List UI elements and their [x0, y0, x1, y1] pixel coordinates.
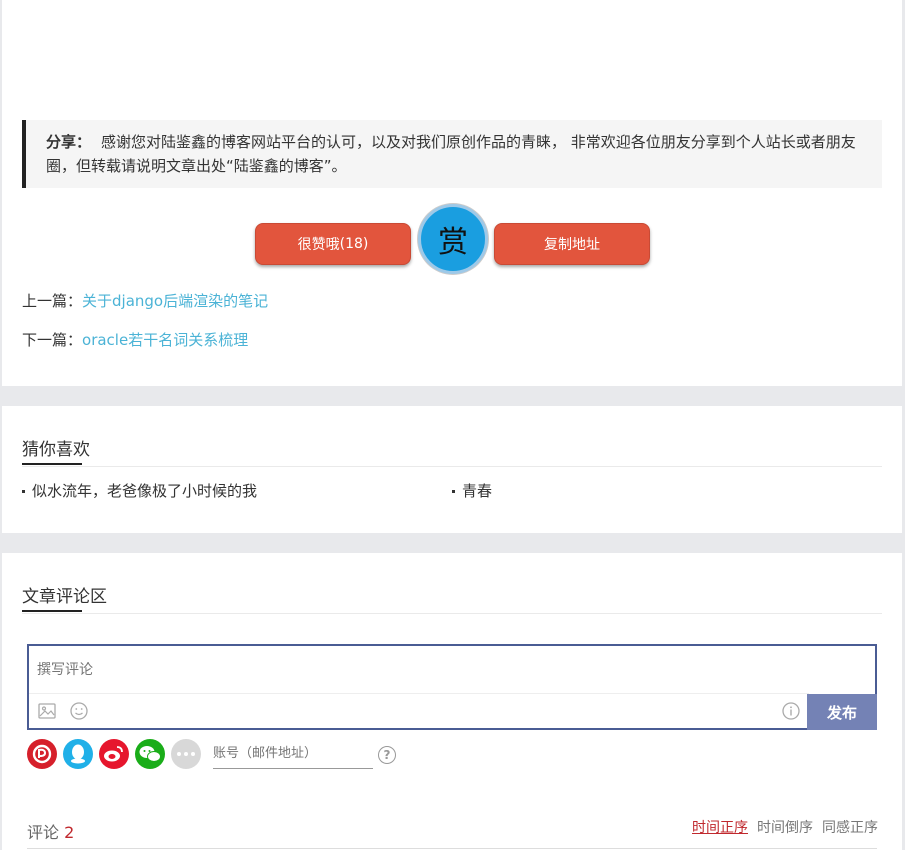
netease-icon[interactable] — [27, 739, 57, 769]
help-icon[interactable]: ? — [378, 746, 396, 764]
like-label: 很赞哦 — [297, 237, 340, 253]
info-icon[interactable] — [781, 702, 801, 722]
next-article-link[interactable]: oracle若干名词关系梳理 — [82, 331, 248, 349]
next-prefix: 下一篇： — [22, 331, 83, 349]
recommend-title-underline — [22, 463, 82, 465]
comments-title: 文章评论区 — [22, 587, 107, 607]
wechat-icon[interactable] — [135, 739, 165, 769]
comment-editor: 发布 — [27, 644, 877, 730]
divider — [27, 848, 877, 849]
divider — [29, 693, 809, 694]
comments-card: 文章评论区 发布 ? 评论 2 时间正序 时间倒序 同感正序 — [2, 553, 902, 850]
comments-title-underline — [22, 610, 82, 612]
like-button[interactable]: 很赞哦 (18) — [255, 223, 411, 265]
prev-article-link[interactable]: 关于django后端渲染的笔记 — [82, 292, 268, 310]
share-label: 分享： — [46, 133, 92, 151]
sort-time-desc[interactable]: 时间倒序 — [757, 817, 813, 837]
reward-button[interactable]: 赏 — [418, 204, 488, 274]
comment-input[interactable] — [37, 662, 837, 678]
recommend-title: 猜你喜欢 — [22, 440, 90, 460]
next-article: 下一篇：oracle若干名词关系梳理 — [22, 329, 248, 350]
divider — [22, 613, 882, 614]
weibo-icon[interactable] — [99, 739, 129, 769]
reward-label: 赏 — [438, 225, 468, 260]
article-footer-card: 分享： 感谢您对陆鉴鑫的博客网站平台的认可，以及对我们原创作品的青睐， 非常欢迎各… — [2, 0, 902, 386]
comment-count-label: 评论 — [27, 823, 60, 842]
emoji-icon[interactable] — [69, 702, 89, 722]
recommend-item[interactable]: 似水流年，老爸像极了小时候的我 — [22, 480, 257, 501]
recommend-item[interactable]: 青春 — [452, 480, 492, 501]
copy-label: 复制地址 — [544, 237, 600, 253]
qq-icon[interactable] — [63, 739, 93, 769]
sort-agree-asc[interactable]: 同感正序 — [822, 817, 878, 837]
more-icon[interactable] — [171, 739, 201, 769]
image-icon[interactable] — [37, 702, 57, 722]
account-email-input[interactable] — [213, 739, 373, 769]
comment-count: 评论 2 — [27, 819, 74, 843]
like-count: (18) — [339, 236, 369, 252]
prev-prefix: 上一篇： — [22, 292, 83, 310]
prev-article: 上一篇：关于django后端渲染的笔记 — [22, 290, 268, 311]
publish-button[interactable]: 发布 — [807, 694, 877, 730]
comment-count-number: 2 — [64, 823, 75, 842]
share-notice: 分享： 感谢您对陆鉴鑫的博客网站平台的认可，以及对我们原创作品的青睐， 非常欢迎各… — [22, 120, 882, 188]
recommend-card: 猜你喜欢 似水流年，老爸像极了小时候的我 青春 — [2, 406, 902, 533]
sort-time-asc[interactable]: 时间正序 — [692, 817, 748, 837]
share-text: 感谢您对陆鉴鑫的博客网站平台的认可，以及对我们原创作品的青睐， 非常欢迎各位朋友… — [46, 133, 856, 175]
divider — [22, 466, 882, 467]
copy-url-button[interactable]: 复制地址 — [494, 223, 650, 265]
